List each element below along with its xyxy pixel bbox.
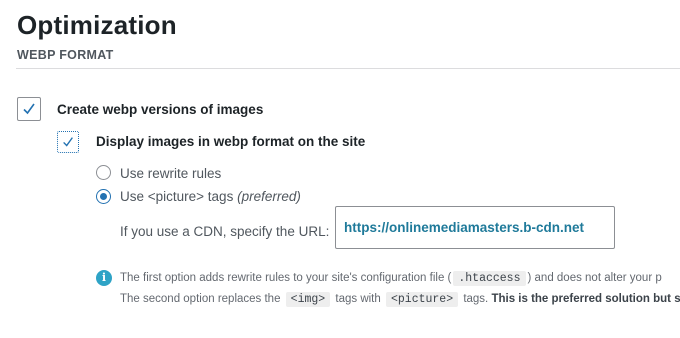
page-title: Optimization: [17, 10, 177, 40]
rewrite-rules-radio[interactable]: [96, 165, 111, 180]
htaccess-code: .htaccess: [453, 271, 526, 286]
img-tag-code: <img>: [285, 292, 331, 307]
display-webp-checkbox[interactable]: [57, 131, 79, 153]
checkmark-icon: [61, 135, 75, 149]
info-icon: i: [96, 270, 112, 286]
rewrite-rules-label: Use rewrite rules: [120, 166, 222, 181]
picture-tags-radio[interactable]: [96, 189, 111, 204]
section-title: WEBP FORMAT: [17, 48, 114, 62]
picture-tag-code: <picture>: [385, 292, 459, 307]
radio-selected-dot: [100, 193, 107, 200]
info-text-line-2: The second option replaces the <img> tag…: [120, 292, 680, 307]
picture-tags-label: Use <picture> tags (preferred): [120, 189, 301, 204]
create-webp-label: Create webp versions of images: [57, 102, 264, 117]
preferred-note: (preferred): [237, 189, 301, 204]
info-text-line-1: The first option adds rewrite rules to y…: [120, 271, 662, 286]
cdn-url-input[interactable]: [335, 206, 615, 249]
display-webp-label: Display images in webp format on the sit…: [96, 134, 366, 149]
checkmark-icon: [21, 101, 37, 117]
create-webp-checkbox[interactable]: [17, 97, 41, 121]
section-divider: [16, 68, 680, 69]
cdn-url-label: If you use a CDN, specify the URL:: [120, 224, 330, 239]
